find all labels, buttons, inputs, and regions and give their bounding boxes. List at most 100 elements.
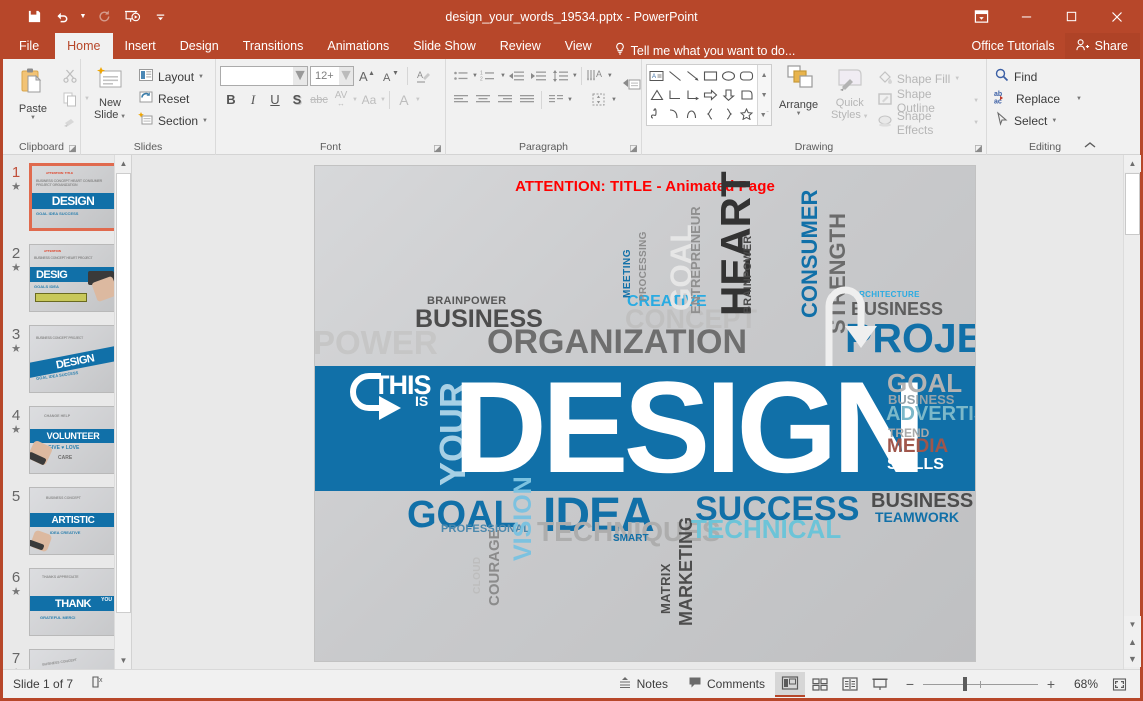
bullets-icon[interactable] bbox=[450, 65, 472, 86]
undo-dropdown-caret[interactable]: ▼ bbox=[77, 5, 89, 29]
bold-button[interactable]: B bbox=[220, 89, 242, 110]
next-slide-icon[interactable]: ▼ bbox=[1124, 650, 1141, 667]
shape-textbox-icon[interactable]: A bbox=[648, 66, 666, 85]
ribbon-display-options-icon[interactable] bbox=[959, 0, 1004, 33]
tab-insert[interactable]: Insert bbox=[113, 33, 168, 59]
slide-sorter-view-button[interactable] bbox=[805, 672, 835, 697]
shape-down-arrow-icon[interactable] bbox=[720, 85, 738, 104]
slide-indicator[interactable]: Slide 1 of 7 bbox=[3, 677, 73, 691]
quick-styles-button[interactable]: Quick Styles ▼ bbox=[826, 62, 874, 121]
clear-formatting-icon[interactable]: A bbox=[413, 65, 435, 86]
columns-caret[interactable]: ▼ bbox=[567, 97, 573, 103]
font-color-caret[interactable]: ▼ bbox=[415, 97, 421, 103]
canvas-scrollbar[interactable]: ▲ ▼ ▲ ▼ bbox=[1123, 155, 1140, 669]
font-name-dropdown-caret[interactable]: ▼ bbox=[293, 67, 307, 85]
shape-right-arrow-icon[interactable] bbox=[702, 85, 720, 104]
slide-thumbnail-pane[interactable]: 1 ★ ATTENTION: TITLE BUSINESS CONCEPT HE… bbox=[3, 155, 131, 669]
quick-styles-caret[interactable]: ▼ bbox=[861, 114, 869, 120]
thumbnail-image-3[interactable]: BUSINESS CONCEPT PROJECT DESIGN GOAL IDE… bbox=[29, 325, 117, 393]
section-button[interactable]: Section ▼ bbox=[135, 110, 211, 131]
zoom-slider[interactable] bbox=[923, 677, 1038, 691]
save-icon[interactable] bbox=[21, 5, 47, 29]
share-button[interactable]: Share bbox=[1065, 33, 1140, 59]
shape-left-brace-icon[interactable] bbox=[702, 105, 720, 124]
increase-font-size-icon[interactable]: A bbox=[356, 65, 378, 86]
minimize-icon[interactable] bbox=[1004, 0, 1049, 33]
text-direction-icon[interactable]: A bbox=[585, 65, 607, 86]
italic-button[interactable]: I bbox=[242, 89, 264, 110]
increase-indent-icon[interactable] bbox=[528, 65, 550, 86]
thumbnail-image-6[interactable]: THANKS APPRECIATE THANK YOU GRATEFUL MER… bbox=[29, 568, 117, 636]
shape-oval-icon[interactable] bbox=[720, 66, 738, 85]
thumbnail-slide-3[interactable]: 3 ★ BUSINESS CONCEPT PROJECT DESIGN GOAL… bbox=[3, 325, 131, 406]
replace-button[interactable]: abac Replace ▼ bbox=[991, 88, 1085, 109]
font-size-value[interactable]: 12+ bbox=[311, 70, 339, 82]
line-spacing-icon[interactable] bbox=[550, 65, 572, 86]
reading-view-button[interactable] bbox=[835, 672, 865, 697]
shape-curve-icon[interactable] bbox=[666, 105, 684, 124]
tab-review[interactable]: Review bbox=[488, 33, 553, 59]
numbering-icon[interactable]: 12 bbox=[478, 65, 500, 86]
thumbnail-slide-6[interactable]: 6 ★ THANKS APPRECIATE THANK YOU GRATEFUL… bbox=[3, 568, 131, 649]
slide-show-view-button[interactable] bbox=[865, 672, 895, 697]
shape-outline-caret[interactable]: ▼ bbox=[973, 98, 979, 104]
canvas-scrollbar-thumb[interactable] bbox=[1125, 173, 1140, 235]
thumbnail-slide-4[interactable]: 4 ★ CHANGE HELP VOLUNTEER GIVE ♥ LOVE CA… bbox=[3, 406, 131, 487]
thumbnail-scrollbar-thumb[interactable] bbox=[116, 173, 131, 613]
strikethrough-button[interactable]: abc bbox=[308, 89, 330, 110]
shapes-scroll-more-icon[interactable]: ▼‾ bbox=[758, 105, 771, 125]
clipboard-dialog-launcher[interactable]: ◪ bbox=[67, 143, 78, 154]
thumbnail-slide-7[interactable]: 7 ★ BUSINESS CONCEPT OLD bbox=[3, 649, 131, 669]
shape-arc-icon[interactable] bbox=[684, 105, 702, 124]
zoom-slider-handle[interactable] bbox=[963, 677, 967, 691]
undo-icon[interactable] bbox=[49, 5, 75, 29]
line-spacing-caret[interactable]: ▼ bbox=[572, 73, 578, 79]
align-text-caret[interactable]: ▼ bbox=[611, 97, 617, 103]
shape-elbow-arrow-icon[interactable] bbox=[684, 85, 702, 104]
shape-fill-caret[interactable]: ▼ bbox=[954, 76, 960, 82]
thumbnail-scroll-down-icon[interactable]: ▼ bbox=[115, 652, 131, 669]
cut-icon[interactable] bbox=[59, 65, 81, 86]
paragraph-dialog-launcher[interactable]: ◪ bbox=[628, 143, 639, 154]
normal-view-button[interactable] bbox=[775, 672, 805, 697]
tab-transitions[interactable]: Transitions bbox=[231, 33, 316, 59]
comments-button[interactable]: Comments bbox=[678, 671, 775, 698]
shapes-scroll-down-icon[interactable]: ▼ bbox=[758, 85, 771, 105]
tab-slide-show[interactable]: Slide Show bbox=[401, 33, 488, 59]
shape-right-brace-icon[interactable] bbox=[720, 105, 738, 124]
customize-qat-icon[interactable] bbox=[147, 5, 173, 29]
font-size-dropdown-caret[interactable]: ▼ bbox=[339, 67, 353, 85]
justify-icon[interactable] bbox=[516, 89, 538, 110]
collapse-ribbon-icon[interactable] bbox=[1083, 140, 1097, 153]
shape-triangle-icon[interactable] bbox=[648, 85, 666, 104]
decrease-font-size-icon[interactable]: A bbox=[380, 65, 402, 86]
shape-arrow-icon[interactable] bbox=[684, 66, 702, 85]
reset-button[interactable]: Reset bbox=[135, 88, 211, 109]
account-name[interactable]: Office Tutorials bbox=[962, 39, 1065, 53]
redo-icon[interactable] bbox=[91, 5, 117, 29]
thumbnail-slide-5[interactable]: 5 BUSINESS CONCEPT ARTISTIC IDEA CREATIV… bbox=[3, 487, 131, 568]
format-painter-icon[interactable] bbox=[59, 111, 81, 132]
shapes-gallery-scrollbar[interactable]: ▲ ▼ ▼‾ bbox=[757, 65, 771, 125]
tab-home[interactable]: Home bbox=[55, 33, 112, 59]
align-left-icon[interactable] bbox=[450, 89, 472, 110]
paste-dropdown-caret[interactable]: ▼ bbox=[30, 115, 36, 121]
copy-icon[interactable] bbox=[59, 88, 81, 109]
canvas-scroll-up-icon[interactable]: ▲ bbox=[1124, 155, 1141, 172]
zoom-out-button[interactable]: − bbox=[903, 676, 917, 692]
font-dialog-launcher[interactable]: ◪ bbox=[432, 143, 443, 154]
thumbnail-slide-2[interactable]: 2 ★ ATTENTION BUSINESS CONCEPT HEART PRO… bbox=[3, 244, 131, 325]
thumbnail-image-4[interactable]: CHANGE HELP VOLUNTEER GIVE ♥ LOVE CARE bbox=[29, 406, 117, 474]
shape-effects-caret[interactable]: ▼ bbox=[973, 120, 979, 126]
shapes-scroll-up-icon[interactable]: ▲ bbox=[758, 65, 771, 85]
thumbnail-image-5[interactable]: BUSINESS CONCEPT ARTISTIC IDEA CREATIVE bbox=[29, 487, 117, 555]
columns-icon[interactable] bbox=[545, 89, 567, 110]
tab-design[interactable]: Design bbox=[168, 33, 231, 59]
arrange-button[interactable]: Arrange ▼ bbox=[772, 62, 826, 117]
align-center-icon[interactable] bbox=[472, 89, 494, 110]
align-right-icon[interactable] bbox=[494, 89, 516, 110]
decrease-indent-icon[interactable] bbox=[506, 65, 528, 86]
shapes-gallery[interactable]: A bbox=[646, 64, 772, 126]
tab-file[interactable]: File bbox=[3, 33, 55, 59]
slide-canvas[interactable]: ATTENTION: TITLE - Animated Page BRAINPO… bbox=[314, 165, 976, 662]
